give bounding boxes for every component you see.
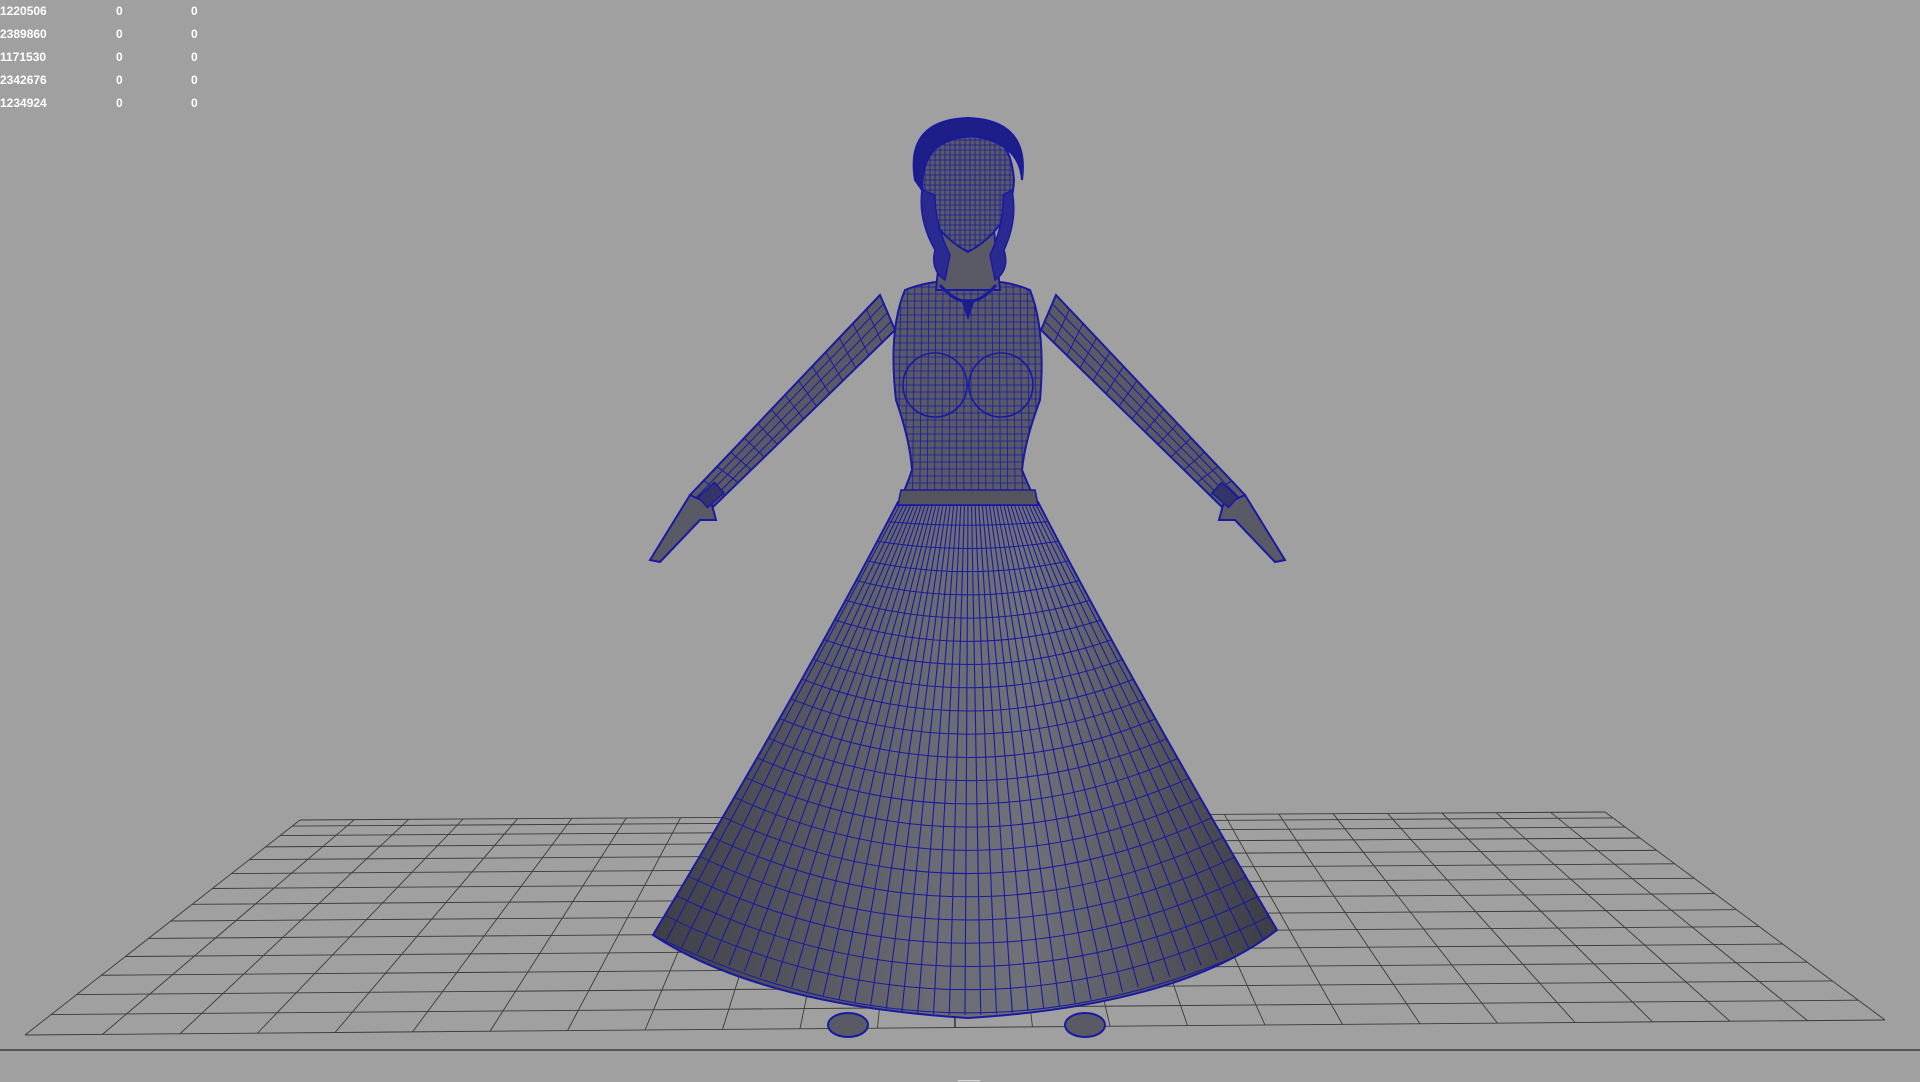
grid-line [180, 819, 409, 1033]
left-foot-mesh [828, 1013, 868, 1037]
hud-value: 0 [191, 69, 198, 92]
hud-row: 1234924 0 0 [0, 92, 210, 115]
hud-row: 2389860 0 0 [0, 23, 210, 46]
grid-line [1388, 813, 1576, 1022]
hud-value: 0 [116, 46, 123, 69]
arm-mesh [1041, 295, 1245, 508]
heads-up-display: 1220506 0 0 2389860 0 0 1171530 0 0 2342… [0, 0, 210, 115]
right-foot-mesh [1065, 1013, 1105, 1037]
grid-line [335, 819, 518, 1033]
grid-line [1496, 813, 1730, 1022]
viewport-scene[interactable] [0, 0, 1920, 1080]
grid-line [1442, 813, 1653, 1022]
grid-line [258, 819, 464, 1033]
3d-viewport[interactable]: 1220506 0 0 2389860 0 0 1171530 0 0 2342… [0, 0, 1920, 1080]
hud-row: 1171530 0 0 [0, 46, 210, 69]
origin-marker-label: ____ [958, 1071, 980, 1082]
hud-value: 0 [191, 0, 198, 23]
grid-line [490, 818, 626, 1031]
hud-value: 1220506 [0, 0, 47, 23]
hud-value: 0 [116, 23, 123, 46]
hud-value: 0 [116, 69, 123, 92]
hud-row: 1220506 0 0 [0, 0, 210, 23]
grid-line [1605, 812, 1885, 1020]
hud-value: 2342676 [0, 69, 47, 92]
hud-value: 1234924 [0, 92, 47, 115]
hud-value: 1171530 [0, 46, 46, 69]
hud-value: 0 [116, 0, 123, 23]
grid-line [1333, 814, 1497, 1023]
grid-line [413, 818, 572, 1032]
hud-value: 0 [191, 92, 198, 115]
hud-value: 0 [191, 23, 198, 46]
grid-line [1279, 814, 1420, 1024]
grid-line [25, 820, 300, 1035]
character-mesh-wireframe-icon[interactable] [650, 118, 1285, 1037]
grid-line [1551, 812, 1808, 1020]
hud-value: 2389860 [0, 23, 47, 46]
grid-line [103, 820, 355, 1035]
arm-mesh [690, 295, 895, 508]
hud-row: 2342676 0 0 [0, 69, 210, 92]
hud-value: 0 [116, 92, 123, 115]
hud-value: 0 [191, 46, 198, 69]
